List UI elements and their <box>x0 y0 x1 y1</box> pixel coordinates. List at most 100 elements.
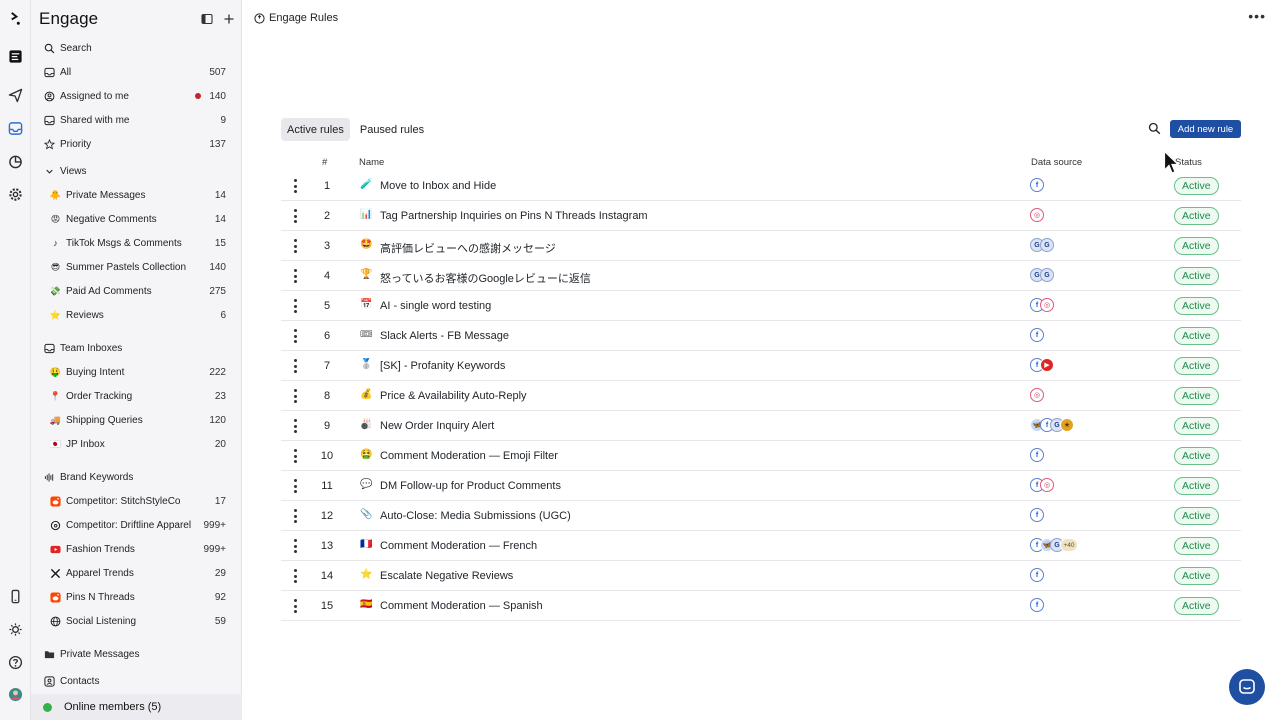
help-icon[interactable] <box>7 654 23 670</box>
add-icon[interactable] <box>223 13 235 25</box>
rule-name[interactable]: Price & Availability Auto-Reply <box>380 390 527 402</box>
row-menu-icon[interactable] <box>293 479 297 493</box>
row-menu-icon[interactable] <box>293 269 297 283</box>
sidebar-item-brand-keyword[interactable]: Fashion Trends 999+ <box>31 538 242 560</box>
search-icon[interactable] <box>1148 122 1161 135</box>
status-badge[interactable]: Active <box>1174 507 1219 525</box>
status-badge[interactable]: Active <box>1174 447 1219 465</box>
row-menu-icon[interactable] <box>293 449 297 463</box>
row-menu-icon[interactable] <box>293 179 297 193</box>
sidebar-item-brand-keyword[interactable]: Pins N Threads 92 <box>31 586 242 608</box>
chat-support-button[interactable] <box>1229 669 1265 705</box>
status-badge[interactable]: Active <box>1174 327 1219 345</box>
row-menu-icon[interactable] <box>293 599 297 613</box>
brand-keywords-section-header[interactable]: Brand Keywords <box>31 466 242 488</box>
rule-name[interactable]: 怒っているお客様のGoogleレビューに返信 <box>380 270 591 286</box>
row-menu-icon[interactable] <box>293 239 297 253</box>
sidebar-item-brand-keyword[interactable]: Social Listening 59 <box>31 610 242 632</box>
team-inboxes-section-header[interactable]: Team Inboxes <box>31 337 242 359</box>
table-row[interactable]: 3 🤩 高評価レビューへの感謝メッセージ G G Active <box>281 231 1241 261</box>
table-row[interactable]: 14 ⭐ Escalate Negative Reviews f Active <box>281 561 1241 591</box>
status-badge[interactable]: Active <box>1174 537 1219 555</box>
rule-name[interactable]: Tag Partnership Inquiries on Pins N Thre… <box>380 210 648 222</box>
inbox-icon[interactable] <box>7 120 23 136</box>
rule-name[interactable]: Escalate Negative Reviews <box>380 570 513 582</box>
rule-name[interactable]: [SK] - Profanity Keywords <box>380 360 505 372</box>
sidebar-item-team-inbox[interactable]: 📍 Order Tracking 23 <box>31 385 242 407</box>
rule-name[interactable]: Move to Inbox and Hide <box>380 180 496 192</box>
sidebar-item-team-inbox[interactable]: 🇯🇵 JP Inbox 20 <box>31 433 242 455</box>
sidebar-item-priority[interactable]: Priority 137 <box>31 133 242 155</box>
row-menu-icon[interactable] <box>293 569 297 583</box>
rule-name[interactable]: 高評価レビューへの感謝メッセージ <box>380 240 556 256</box>
sidebar-item-view[interactable]: 😡 Negative Comments 14 <box>31 208 242 230</box>
table-row[interactable]: 11 💬 DM Follow-up for Product Comments f ◎ Ac… <box>281 471 1241 501</box>
status-badge[interactable]: Active <box>1174 417 1219 435</box>
more-options-icon[interactable]: ••• <box>1248 8 1266 24</box>
table-row[interactable]: 12 📎 Auto-Close: Media Submissions (UGC) f A… <box>281 501 1241 531</box>
publish-icon[interactable] <box>7 48 23 64</box>
rule-name[interactable]: Comment Moderation — Spanish <box>380 600 543 612</box>
status-badge[interactable]: Active <box>1174 297 1219 315</box>
rule-name[interactable]: AI - single word testing <box>380 300 491 312</box>
sidebar-item-team-inbox[interactable]: 🚚 Shipping Queries 120 <box>31 409 242 431</box>
table-row[interactable]: 6 🎟 Slack Alerts - FB Message f Active <box>281 321 1241 351</box>
table-row[interactable]: 2 📊 Tag Partnership Inquiries on Pins N Th… <box>281 201 1241 231</box>
row-menu-icon[interactable] <box>293 539 297 553</box>
settings-gear-icon[interactable] <box>7 186 23 202</box>
status-badge[interactable]: Active <box>1174 207 1219 225</box>
sidebar-item-brand-keyword[interactable]: Competitor: StitchStyleCo 17 <box>31 490 242 512</box>
online-members-bar[interactable]: Online members (5) <box>31 694 242 720</box>
table-row[interactable]: 8 💰 Price & Availability Auto-Reply ◎ Active <box>281 381 1241 411</box>
status-badge[interactable]: Active <box>1174 567 1219 585</box>
row-menu-icon[interactable] <box>293 329 297 343</box>
rule-name[interactable]: Auto-Close: Media Submissions (UGC) <box>380 510 571 522</box>
brand-logo-icon[interactable] <box>7 10 23 26</box>
sidebar-item-view[interactable]: ⭐ Reviews 6 <box>31 304 242 326</box>
sidebar-item-team-inbox[interactable]: 🤑 Buying Intent 222 <box>31 361 242 383</box>
table-row[interactable]: 9 🎳 New Order Inquiry Alert 🦋 f G ★ Active <box>281 411 1241 441</box>
sidebar-item-contacts[interactable]: Contacts <box>31 670 242 692</box>
user-avatar-icon[interactable] <box>7 686 23 702</box>
row-menu-icon[interactable] <box>293 419 297 433</box>
mobile-icon[interactable] <box>7 588 23 604</box>
sidebar-item-assigned-to-me[interactable]: Assigned to me 140 <box>31 85 242 107</box>
sidebar-item-shared-with-me[interactable]: Shared with me 9 <box>31 109 242 131</box>
table-row[interactable]: 10 🤮 Comment Moderation — Emoji Filter f Act… <box>281 441 1241 471</box>
sidebar-item-view[interactable]: 💸 Paid Ad Comments 275 <box>31 280 242 302</box>
send-icon[interactable] <box>7 87 23 103</box>
status-badge[interactable]: Active <box>1174 387 1219 405</box>
tab-active-rules[interactable]: Active rules <box>281 118 350 141</box>
add-new-rule-button[interactable]: Add new rule <box>1170 120 1241 138</box>
status-badge[interactable]: Active <box>1174 357 1219 375</box>
rule-name[interactable]: Comment Moderation — Emoji Filter <box>380 450 558 462</box>
theme-sun-icon[interactable] <box>7 621 23 637</box>
row-menu-icon[interactable] <box>293 359 297 373</box>
status-badge[interactable]: Active <box>1174 177 1219 195</box>
analytics-icon[interactable] <box>7 153 23 169</box>
rule-name[interactable]: DM Follow-up for Product Comments <box>380 480 561 492</box>
sidebar-item-private-messages[interactable]: Private Messages <box>31 643 242 665</box>
sidebar-item-brand-keyword[interactable]: Competitor: Driftline Apparel 999+ <box>31 514 242 536</box>
sidebar-item-view[interactable]: 😎 Summer Pastels Collection 140 <box>31 256 242 278</box>
status-badge[interactable]: Active <box>1174 237 1219 255</box>
table-row[interactable]: 5 📅 AI - single word testing f ◎ Active <box>281 291 1241 321</box>
status-badge[interactable]: Active <box>1174 267 1219 285</box>
status-badge[interactable]: Active <box>1174 597 1219 615</box>
row-menu-icon[interactable] <box>293 509 297 523</box>
rule-name[interactable]: New Order Inquiry Alert <box>380 420 494 432</box>
row-menu-icon[interactable] <box>293 209 297 223</box>
sidebar-item-search[interactable]: Search <box>31 37 242 59</box>
toggle-panel-icon[interactable] <box>201 13 213 25</box>
views-section-header[interactable]: Views <box>31 160 242 182</box>
table-row[interactable]: 1 🧪 Move to Inbox and Hide f Active <box>281 171 1241 201</box>
table-row[interactable]: 4 🏆 怒っているお客様のGoogleレビューに返信 G G Active <box>281 261 1241 291</box>
rule-name[interactable]: Comment Moderation — French <box>380 540 537 552</box>
rule-name[interactable]: Slack Alerts - FB Message <box>380 330 509 342</box>
sidebar-item-view[interactable]: ♪ TikTok Msgs & Comments 15 <box>31 232 242 254</box>
sidebar-item-view[interactable]: 🐥 Private Messages 14 <box>31 184 242 206</box>
status-badge[interactable]: Active <box>1174 477 1219 495</box>
sidebar-item-brand-keyword[interactable]: Apparel Trends 29 <box>31 562 242 584</box>
tab-paused-rules[interactable]: Paused rules <box>354 118 430 141</box>
sidebar-item-all[interactable]: All 507 <box>31 61 242 83</box>
